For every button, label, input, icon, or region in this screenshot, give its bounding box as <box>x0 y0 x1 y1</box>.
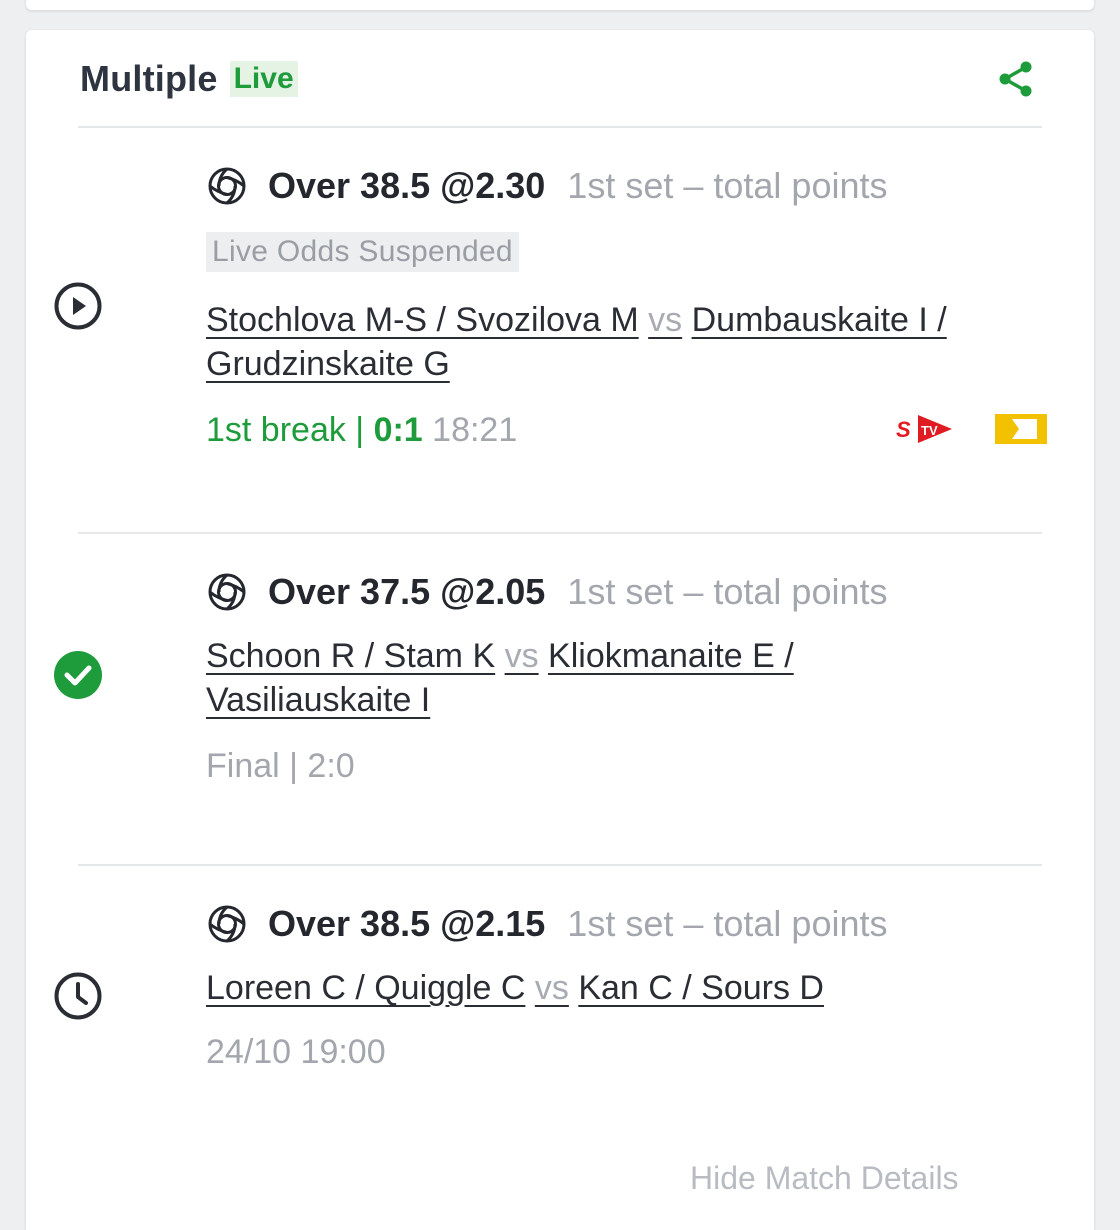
card-title: Multiple <box>80 58 218 99</box>
play-icon[interactable] <box>52 280 104 332</box>
match-time: 18:21 <box>432 411 518 449</box>
selection-1: Over 38.5 @2.30 1st set – total points L… <box>206 162 1066 452</box>
team-b-link[interactable]: Kliokmanaite E / <box>548 637 794 675</box>
match-teams: Stochlova M-S / Svozilova M vs Dumbauska… <box>206 298 1066 386</box>
match-tracker-icon[interactable] <box>994 412 1048 446</box>
selection-3: Over 38.5 @2.15 1st set – total points L… <box>206 900 1066 1074</box>
team-a-link[interactable]: Stochlova M-S / Svozilova M <box>206 301 639 339</box>
market-line: Over 37.5 @2.05 1st set – total points <box>206 568 1066 616</box>
final-result: Final | 2:0 <box>206 747 355 785</box>
share-icon <box>999 61 1032 97</box>
odds-suspended-badge: Live Odds Suspended <box>206 232 519 272</box>
won-check-icon <box>52 649 104 701</box>
team-b-link-continued[interactable]: Vasiliauskaite I <box>206 681 430 719</box>
share-button[interactable] <box>994 56 1038 102</box>
market-label: 1st set – total points <box>567 165 888 206</box>
market-label: 1st set – total points <box>567 571 888 612</box>
stream-icons: S TV <box>894 410 1048 448</box>
market-line: Over 38.5 @2.30 1st set – total points <box>206 162 1066 210</box>
pick-label: Over 38.5 @2.30 <box>268 165 546 206</box>
team-b-link-continued[interactable]: Grudzinskaite G <box>206 345 450 383</box>
team-b-link[interactable]: Kan C / Sours D <box>578 969 824 1007</box>
card-header: Multiple Live <box>80 56 298 102</box>
live-score: 0:1 <box>373 411 423 449</box>
clock-icon <box>52 970 104 1022</box>
team-a-link[interactable]: Loreen C / Quiggle C <box>206 969 525 1007</box>
volleyball-icon <box>206 165 248 207</box>
divider <box>78 126 1042 128</box>
vs-label: vs <box>504 637 539 675</box>
bet-card: Multiple Live Over 38.5 @2.30 1st set – … <box>26 30 1094 1230</box>
match-teams: Schoon R / Stam K vs Kliokmanaite E / Va… <box>206 634 1066 722</box>
pick-label: Over 37.5 @2.05 <box>268 571 546 612</box>
team-b-link[interactable]: Dumbauskaite I / <box>692 301 947 339</box>
hide-match-details-link[interactable]: Hide Match Details <box>690 1160 959 1197</box>
market-line: Over 38.5 @2.15 1st set – total points <box>206 900 1066 948</box>
live-stream-icon[interactable]: S TV <box>894 410 954 448</box>
start-time: 24/10 19:00 <box>206 1033 386 1071</box>
pick-label: Over 38.5 @2.15 <box>268 903 546 944</box>
svg-text:TV: TV <box>921 423 938 438</box>
volleyball-icon <box>206 571 248 613</box>
volleyball-icon <box>206 903 248 945</box>
divider <box>78 532 1042 534</box>
market-label: 1st set – total points <box>567 903 888 944</box>
live-status: 1st break | 0:1 18:21 S TV <box>206 408 1066 452</box>
selection-2: Over 37.5 @2.05 1st set – total points S… <box>206 568 1066 788</box>
team-a-link[interactable]: Schoon R / Stam K <box>206 637 495 675</box>
vs-label: vs <box>534 969 569 1007</box>
period-label: 1st break | <box>206 411 374 449</box>
vs-label: vs <box>648 301 683 339</box>
match-teams: Loreen C / Quiggle C vs Kan C / Sours D <box>206 966 1066 1010</box>
divider <box>78 864 1042 866</box>
live-badge: Live <box>229 61 298 97</box>
previous-card <box>26 0 1094 10</box>
svg-text:S: S <box>896 417 911 442</box>
